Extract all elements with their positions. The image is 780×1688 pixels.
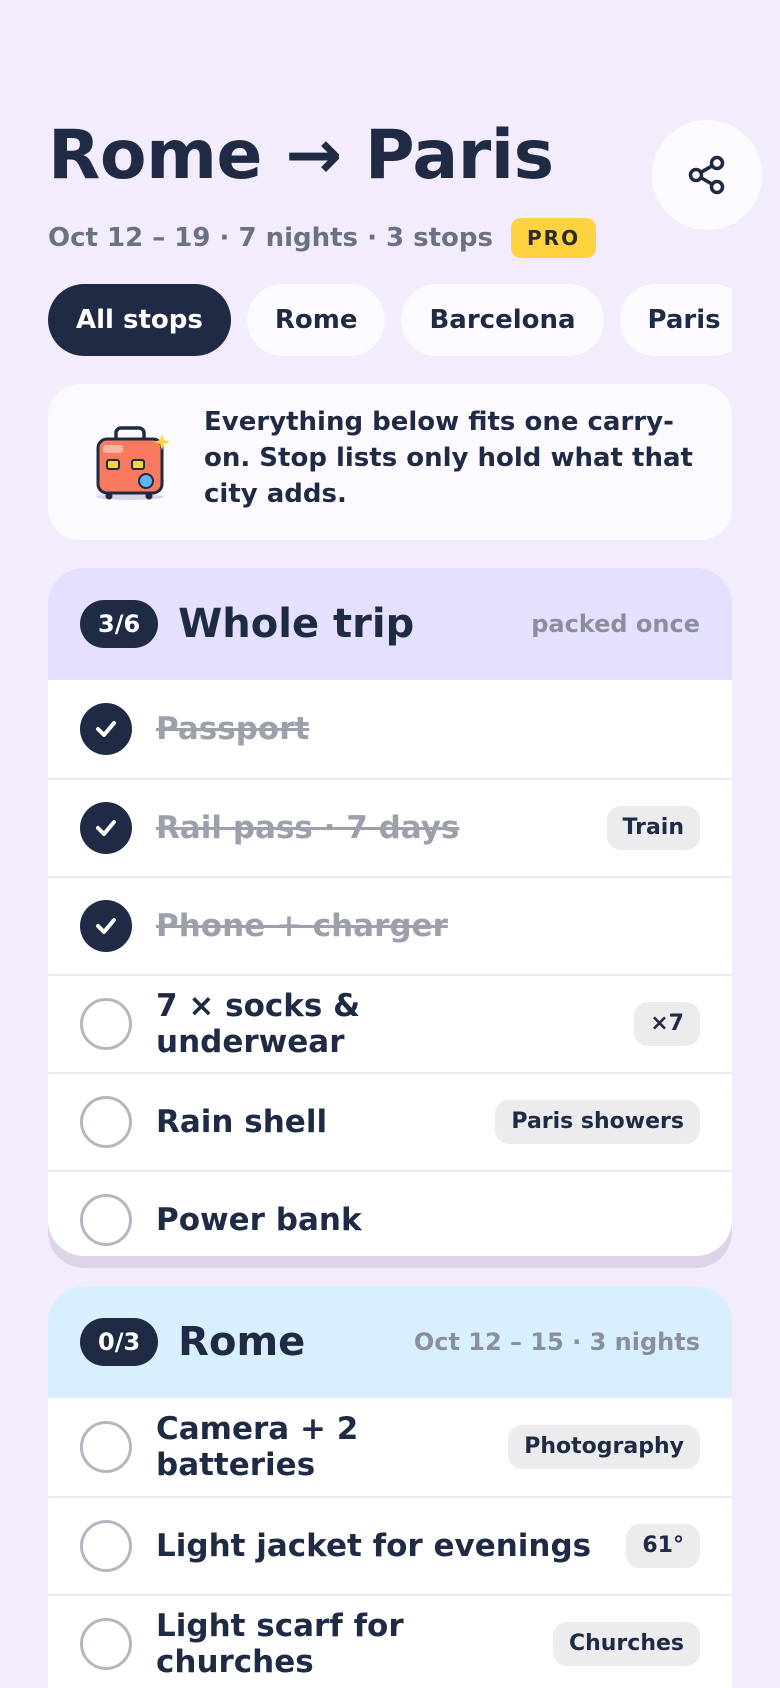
section-meta: packed once [531,610,700,638]
item-tag: Churches [552,1622,700,1666]
pro-badge: PRO [511,218,597,258]
list-item[interactable]: Light scarf for churches Churches [48,1594,732,1688]
tab-paris[interactable]: Paris [619,284,732,356]
packed-count-badge: 0/3 [80,1318,159,1366]
item-label: Light jacket for evenings [156,1528,592,1564]
item-label: Rain shell [156,1104,328,1140]
list-item[interactable]: Rain shell Paris showers [48,1072,732,1170]
section-header: 0/3 Rome Oct 12 – 15 · 3 nights [48,1286,732,1398]
share-button[interactable] [652,120,762,230]
tip-text: Everything below fits one carry-on. Stop… [204,407,693,509]
tab-barcelona[interactable]: Barcelona [401,284,604,356]
item-label: Rail pass · 7 days [156,810,460,846]
checkbox-checked[interactable] [80,802,132,854]
rome-section: 0/3 Rome Oct 12 – 15 · 3 nights Camera +… [48,1286,732,1688]
item-tag: Photography [508,1425,700,1469]
checkbox-checked[interactable] [80,900,132,952]
tab-all-stops[interactable]: All stops [48,284,231,356]
list-item[interactable]: Light jacket for evenings 61° [48,1496,732,1594]
checkmark-icon [96,820,116,836]
item-tag: Train [606,806,700,850]
item-label: Passport [156,711,310,747]
checkbox-unchecked[interactable] [80,1194,132,1246]
item-label: Camera + 2 batteries [156,1411,359,1483]
section-header: 3/6 Whole trip packed once [48,568,732,680]
list-item[interactable]: Rail pass · 7 days Train [48,778,732,876]
whole-trip-section: 3/6 Whole trip packed once Passport Rail… [48,568,732,1256]
section-title: Whole trip [178,601,415,647]
item-label: Light scarf for churches [156,1608,404,1680]
list-item[interactable]: 7 × socks & underwear ×7 [48,974,732,1072]
list-item[interactable]: Phone + charger [48,876,732,974]
share-icon [688,155,725,195]
item-tag: Paris showers [495,1100,700,1144]
section-title: Rome [178,1319,306,1365]
checkbox-unchecked[interactable] [80,1096,132,1148]
section-meta: Oct 12 – 15 · 3 nights [413,1328,700,1356]
checkbox-unchecked[interactable] [80,1618,132,1670]
list-item[interactable]: Power bank [48,1170,732,1256]
checkbox-unchecked[interactable] [80,1520,132,1572]
trip-summary: Oct 12 – 19 · 7 nights · 3 stops PRO [48,218,597,258]
packed-count-badge: 3/6 [80,600,159,648]
trip-dates: Oct 12 – 19 · 7 nights · 3 stops [48,223,494,253]
item-tag: ×7 [634,1002,700,1046]
checkbox-unchecked[interactable] [80,1421,132,1473]
carry-on-tip: Everything below fits one carry-on. Stop… [48,384,732,540]
suitcase-icon [96,426,170,500]
checkbox-checked[interactable] [80,703,132,755]
tab-rome[interactable]: Rome [246,284,386,356]
checkmark-icon [96,918,116,934]
page-title: Rome → Paris [48,116,554,195]
item-tag: 61° [626,1524,700,1568]
stop-tabs: All stops Rome Barcelona Paris [48,284,732,356]
list-item[interactable]: Passport [48,680,732,778]
checkmark-icon [96,721,116,737]
item-label: 7 × socks & underwear [156,988,361,1060]
list-item[interactable]: Camera + 2 batteries Photography [48,1398,732,1496]
checkbox-unchecked[interactable] [80,998,132,1050]
item-label: Phone + charger [156,908,448,944]
item-label: Power bank [156,1202,362,1238]
